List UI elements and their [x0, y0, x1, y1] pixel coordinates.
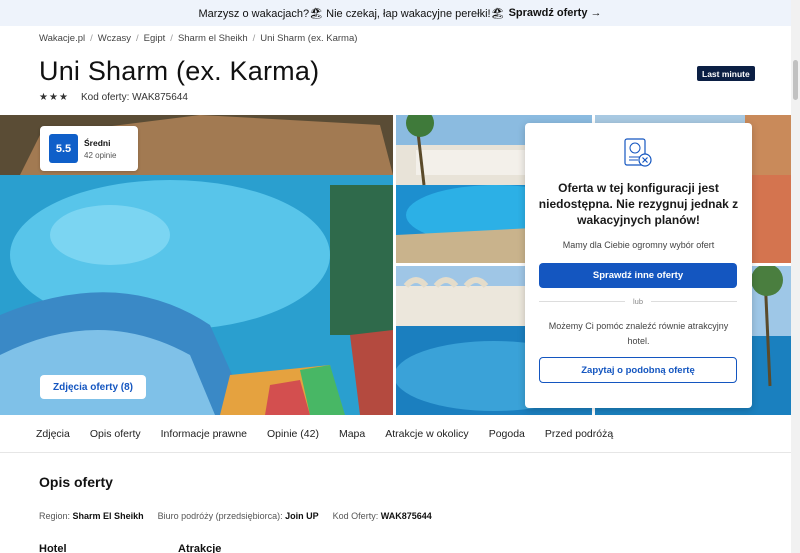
promo-text: Marzysz o wakacjach?🏖 Nie czekaj, łap wa…: [198, 7, 505, 20]
tab-weather[interactable]: Pogoda: [489, 428, 525, 440]
unavailable-document-icon: [622, 137, 654, 174]
promo-banner: Marzysz o wakacjach?🏖 Nie czekaj, łap wa…: [0, 0, 800, 26]
tab-map[interactable]: Mapa: [339, 428, 365, 440]
agency-info: Biuro podróży (przedsiębiorca): Join UP: [157, 511, 319, 521]
check-other-offers-button[interactable]: Sprawdź inne oferty: [539, 263, 737, 288]
offer-card-help-text: Możemy Ci pomóc znaleźć równie atrakcyjn…: [548, 321, 729, 346]
rating-details: Średni 42 opinie: [84, 138, 116, 160]
tab-before-travel[interactable]: Przed podróżą: [545, 428, 613, 440]
or-label: lub: [633, 296, 644, 306]
region-info: Region: Sharm El Sheikh: [39, 511, 144, 521]
offer-meta: Region: Sharm El Sheikh Biuro podróży (p…: [39, 511, 432, 521]
scrollbar[interactable]: [791, 0, 800, 553]
ask-similar-offer-button[interactable]: Zapytaj o podobną ofertę: [539, 357, 737, 383]
hotel-title: Uni Sharm (ex. Karma): [39, 56, 320, 86]
tab-offer-description[interactable]: Opis oferty: [90, 428, 141, 440]
hotel-stars: ★ ★ ★: [39, 92, 68, 103]
offer-card-title: Oferta w tej konfiguracji jest niedostęp…: [538, 181, 739, 227]
offer-unavailable-card: Oferta w tej konfiguracji jest niedostęp…: [525, 123, 752, 408]
rating-score: 5.5: [49, 134, 78, 163]
breadcrumb-item[interactable]: Wczasy: [98, 33, 131, 44]
breadcrumb-item[interactable]: Egipt: [144, 33, 166, 44]
promo-link[interactable]: Sprawdź oferty →: [509, 7, 602, 19]
section-tabs: Zdjęcia Opis oferty Informacje prawne Op…: [0, 415, 791, 453]
hotel-subheading: Hotel: [39, 543, 67, 553]
star-icon: ★: [39, 92, 48, 103]
tab-photos[interactable]: Zdjęcia: [36, 428, 70, 440]
attractions-subheading: Atrakcje: [178, 543, 222, 553]
tab-legal-info[interactable]: Informacje prawne: [161, 428, 247, 440]
rating-count: 42 opinie: [84, 150, 117, 160]
scrollbar-thumb[interactable]: [793, 60, 798, 100]
offer-code: Kod oferty: WAK875644: [81, 92, 188, 103]
rating-label: Średni: [84, 137, 111, 148]
section-title: Opis oferty: [39, 474, 113, 490]
star-icon: ★: [48, 92, 58, 103]
photos-button[interactable]: Zdjęcia oferty (8): [40, 375, 146, 399]
breadcrumb-item[interactable]: Sharm el Sheikh: [178, 33, 248, 44]
star-icon: ★: [58, 92, 68, 103]
tab-nearby-attractions[interactable]: Atrakcje w okolicy: [385, 428, 468, 440]
offer-code-info: Kod Oferty: WAK875644: [332, 511, 432, 521]
rating-box[interactable]: 5.5 Średni 42 opinie: [40, 126, 138, 171]
tab-reviews[interactable]: Opinie (42): [267, 428, 319, 440]
or-divider: lub: [539, 295, 738, 307]
offer-card-subtitle: Mamy dla Ciebie ogromny wybór ofert: [562, 240, 715, 250]
breadcrumb: Wakacje.pl / Wczasy / Egipt / Sharm el Shei…: [39, 33, 358, 44]
last-minute-badge: Last minute: [697, 66, 755, 81]
breadcrumb-current: Uni Sharm (ex. Karma): [260, 33, 358, 44]
breadcrumb-item[interactable]: Wakacje.pl: [39, 33, 85, 44]
